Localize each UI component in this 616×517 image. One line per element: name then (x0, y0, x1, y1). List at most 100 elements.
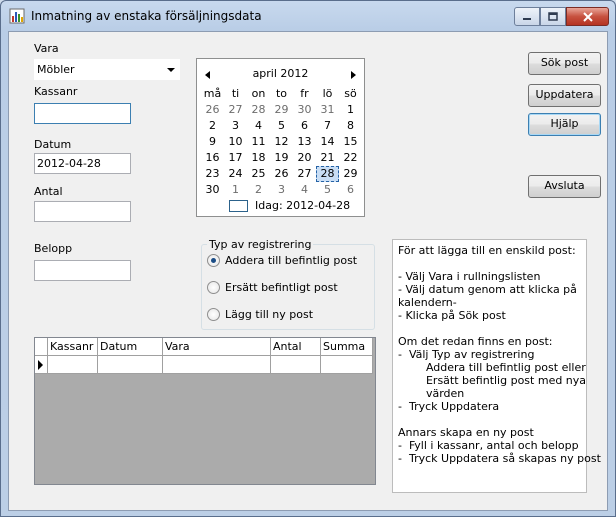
column-header-antal[interactable]: Antal (271, 338, 321, 356)
calendar-day[interactable]: 5 (316, 182, 339, 198)
calendar-day[interactable]: 12 (270, 134, 293, 150)
calendar-day[interactable]: 29 (270, 102, 293, 118)
column-header-kassanr[interactable]: Kassanr (48, 338, 98, 356)
grid-cell[interactable] (163, 356, 271, 374)
help-line (398, 413, 581, 426)
row-header[interactable] (35, 356, 48, 374)
avsluta-button[interactable]: Avsluta (528, 175, 601, 198)
help-line: Om det redan finns en post: (398, 335, 553, 348)
table-row[interactable] (35, 356, 373, 374)
grid-cell[interactable] (98, 356, 163, 374)
calendar-day[interactable]: 26 (270, 166, 293, 182)
calendar-day[interactable]: 6 (293, 118, 316, 134)
minimize-button[interactable] (514, 7, 540, 26)
data-grid[interactable]: Kassanr Datum Vara Antal Summa (34, 337, 376, 485)
calendar-week-row: 16 17 18 19 20 21 22 (201, 150, 362, 166)
calendar-day[interactable]: 27 (293, 166, 316, 182)
caption-buttons (514, 7, 609, 26)
radio-label: Ersätt befintligt post (225, 280, 338, 294)
calendar-day[interactable]: 4 (293, 182, 316, 198)
next-month-icon[interactable] (351, 71, 356, 79)
help-line: - Tryck Uppdatera så skapas ny post (398, 452, 601, 465)
grid-cell[interactable] (321, 356, 373, 374)
calendar-day[interactable]: 3 (224, 118, 247, 134)
calendar-day[interactable]: 19 (270, 150, 293, 166)
help-line: - Välj datum genom att klicka på (398, 283, 577, 296)
help-line: - Fyll i kassanr, antal och belopp (398, 439, 579, 452)
calendar-day[interactable]: 15 (339, 134, 362, 150)
belopp-input[interactable] (34, 260, 131, 281)
calendar-day[interactable]: 23 (201, 166, 224, 182)
close-icon (582, 11, 593, 22)
weekday-label: ti (231, 87, 240, 100)
vara-dropdown[interactable]: Möbler (34, 59, 180, 80)
weekday-label: on (251, 87, 266, 100)
calendar-day[interactable]: 20 (293, 150, 316, 166)
radio-lagg-till[interactable]: Lägg till ny post (207, 307, 313, 321)
grid-corner-cell[interactable] (35, 338, 48, 356)
calendar-day[interactable]: 7 (316, 118, 339, 134)
calendar-day[interactable]: 13 (293, 134, 316, 150)
title-bar[interactable]: Inmatning av enstaka försäljningsdata (1, 1, 615, 31)
column-header-datum[interactable]: Datum (98, 338, 163, 356)
calendar-day[interactable]: 24 (224, 166, 247, 182)
calendar-week-row: 26 27 28 29 30 31 1 (201, 102, 362, 118)
calendar-day[interactable]: 2 (201, 118, 224, 134)
calendar-day-selected[interactable]: 28 (316, 166, 339, 182)
calendar-day[interactable]: 1 (224, 182, 247, 198)
registration-type-group: Typ av registrering Addera till befintli… (201, 238, 375, 330)
help-line: värden (398, 387, 465, 400)
radio-label: Lägg till ny post (225, 307, 314, 321)
calendar-day[interactable]: 14 (316, 134, 339, 150)
help-line: Annars skapa en ny post (398, 426, 534, 439)
minimize-icon (523, 17, 531, 20)
radio-icon (207, 307, 220, 321)
calendar-day[interactable]: 25 (247, 166, 270, 182)
calendar-day[interactable]: 3 (270, 182, 293, 198)
help-line: Addera till befintlig post eller (398, 361, 586, 374)
calendar-day[interactable]: 16 (201, 150, 224, 166)
calendar-day[interactable]: 1 (339, 102, 362, 118)
kassanr-input[interactable] (34, 103, 131, 124)
calendar-day[interactable]: 31 (316, 102, 339, 118)
hjalp-button[interactable]: Hjälp (528, 113, 601, 136)
antal-input[interactable] (34, 201, 131, 222)
column-header-vara[interactable]: Vara (163, 338, 271, 356)
calendar-month-label[interactable]: april 2012 (197, 67, 364, 80)
calendar-day[interactable]: 22 (339, 150, 362, 166)
calendar-day[interactable]: 26 (201, 102, 224, 118)
radio-ersatt[interactable]: Ersätt befintligt post (207, 280, 338, 294)
calendar-day[interactable]: 5 (270, 118, 293, 134)
calendar-day[interactable]: 8 (339, 118, 362, 134)
calendar-day[interactable]: 29 (339, 166, 362, 182)
calendar-day[interactable]: 6 (339, 182, 362, 198)
calendar-day[interactable]: 18 (247, 150, 270, 166)
month-calendar[interactable]: april 2012 må ti on to fr lö sö 26 27 28 29 30 31 1 2 3… (196, 58, 365, 217)
uppdatera-button[interactable]: Uppdatera (528, 84, 601, 107)
window-title: Inmatning av enstaka försäljningsdata (31, 9, 262, 23)
column-header-summa[interactable]: Summa (321, 338, 373, 356)
calendar-day[interactable]: 2 (247, 182, 270, 198)
help-line: Ersätt befintlig post med nya (398, 374, 587, 387)
radio-addera[interactable]: Addera till befintlig post (207, 253, 357, 267)
calendar-day[interactable]: 28 (247, 102, 270, 118)
grid-cell[interactable] (48, 356, 98, 374)
vara-label: Vara (34, 42, 59, 55)
calendar-day[interactable]: 10 (224, 134, 247, 150)
calendar-day[interactable]: 17 (224, 150, 247, 166)
calendar-day[interactable]: 4 (247, 118, 270, 134)
calendar-day[interactable]: 9 (201, 134, 224, 150)
sok-post-button[interactable]: Sök post (528, 52, 601, 75)
calendar-day[interactable]: 11 (247, 134, 270, 150)
maximize-button[interactable] (540, 7, 566, 26)
calendar-day[interactable]: 27 (224, 102, 247, 118)
help-text-box[interactable]: För att lägga till en enskild post: - Vä… (392, 239, 601, 493)
calendar-day[interactable]: 30 (293, 102, 316, 118)
kassanr-label: Kassanr (34, 85, 78, 98)
calendar-day[interactable]: 30 (201, 182, 224, 198)
grid-cell[interactable] (271, 356, 321, 374)
close-button[interactable] (566, 7, 609, 26)
radio-icon (207, 280, 220, 294)
datum-input[interactable]: 2012-04-28 (34, 153, 131, 174)
calendar-day[interactable]: 21 (316, 150, 339, 166)
